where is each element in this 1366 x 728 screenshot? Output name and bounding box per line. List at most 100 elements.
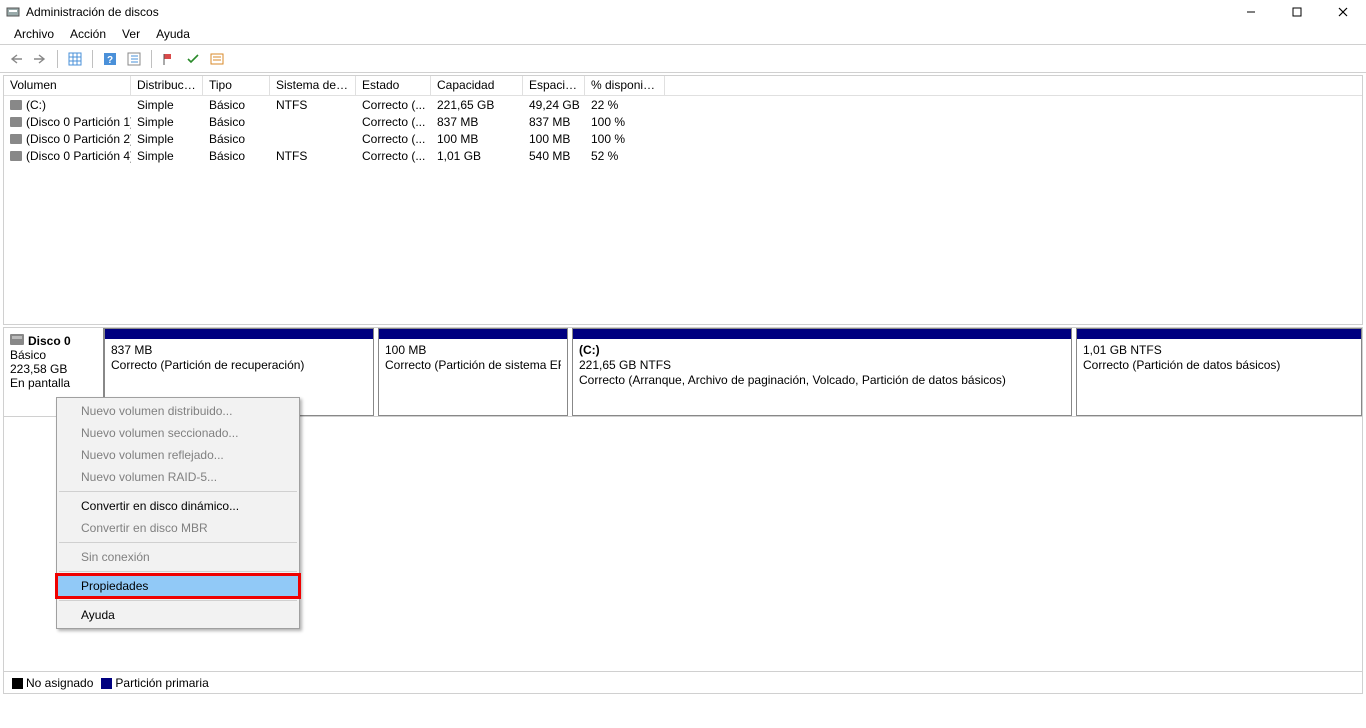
volume-list: VolumenDistribuciónTipoSistema de ...Est… [3,75,1363,325]
col-estado[interactable]: Estado [356,76,431,95]
cell: Básico [203,97,270,113]
col-distribucion[interactable]: Distribución [131,76,203,95]
table-row[interactable]: (C:)SimpleBásicoNTFSCorrecto (...221,65 … [4,96,1362,113]
toolbar: ? [0,45,1366,73]
partition-body: 837 MBCorrecto (Partición de recuperació… [105,339,373,377]
cell: NTFS [270,148,356,164]
window-controls [1228,0,1366,24]
cell: Básico [203,114,270,130]
col-sistema[interactable]: Sistema de ... [270,76,356,95]
cell: 100 % [585,114,665,130]
disk-icon [10,334,24,348]
partition-box[interactable]: 100 MBCorrecto (Partición de sistema EFI… [378,328,568,416]
disk-size: 223,58 GB [10,362,97,376]
menu-item: Convertir en disco MBR [57,517,299,539]
menu-ayuda[interactable]: Ayuda [148,25,198,43]
titlebar: Administración de discos [0,0,1366,24]
legend-unassigned: No asignado [12,676,93,690]
table-row[interactable]: (Disco 0 Partición 1)SimpleBásico Correct… [4,113,1362,130]
svg-text:?: ? [107,55,113,66]
cell: 540 MB [523,148,585,164]
cell: Correcto (... [356,97,431,113]
volume-icon [10,134,22,144]
cell: Correcto (... [356,148,431,164]
help-icon[interactable]: ? [100,49,120,69]
col-volumen[interactable]: Volumen [4,76,131,95]
volume-icon [10,117,22,127]
menu-item: Nuevo volumen RAID-5... [57,466,299,488]
disk-name: Disco 0 [28,334,71,348]
menu-separator [59,571,297,572]
view-icon[interactable] [124,49,144,69]
volume-rows: (C:)SimpleBásicoNTFSCorrecto (...221,65 … [4,96,1362,164]
menu-ver[interactable]: Ver [114,25,148,43]
column-headers: VolumenDistribuciónTipoSistema de ...Est… [4,76,1362,96]
cell: Simple [131,114,203,130]
forward-button[interactable] [30,49,50,69]
cell: (Disco 0 Partición 1) [4,114,131,130]
partition-header [379,329,567,339]
menu-item[interactable]: Ayuda [57,604,299,626]
list-icon[interactable] [207,49,227,69]
flag-icon[interactable] [159,49,179,69]
cell: 1,01 GB [431,148,523,164]
menu-item: Nuevo volumen distribuido... [57,400,299,422]
cell: 221,65 GB [431,97,523,113]
col-espacio[interactable]: Espacio ... [523,76,585,95]
menu-separator [59,600,297,601]
maximize-button[interactable] [1274,0,1320,24]
cell: 49,24 GB [523,97,585,113]
partition-body: 100 MBCorrecto (Partición de sistema EFI… [379,339,567,377]
table-row[interactable]: (Disco 0 Partición 4)SimpleBásicoNTFSCor… [4,147,1362,164]
disk-type: Básico [10,348,97,362]
grid-icon[interactable] [65,49,85,69]
partition-body: (C:)221,65 GB NTFSCorrecto (Arranque, Ar… [573,339,1071,392]
table-row[interactable]: (Disco 0 Partición 2)SimpleBásico Correct… [4,130,1362,147]
disk-status: En pantalla [10,376,97,390]
col-porcentaje[interactable]: % disponible [585,76,665,95]
cell: Simple [131,148,203,164]
cell [270,121,356,123]
cell: (Disco 0 Partición 2) [4,131,131,147]
back-button[interactable] [6,49,26,69]
app-icon [6,5,20,19]
cell: (C:) [4,97,131,113]
col-tipo[interactable]: Tipo [203,76,270,95]
menu-item: Nuevo volumen seccionado... [57,422,299,444]
partition-header [573,329,1071,339]
partition-body: 1,01 GB NTFSCorrecto (Partición de datos… [1077,339,1361,377]
context-menu: Nuevo volumen distribuido...Nuevo volume… [56,397,300,629]
partition-box[interactable]: 1,01 GB NTFSCorrecto (Partición de datos… [1076,328,1362,416]
menu-item[interactable]: Convertir en disco dinámico... [57,495,299,517]
cell: Simple [131,131,203,147]
check-icon[interactable] [183,49,203,69]
legend-primary: Partición primaria [101,676,208,690]
menu-item[interactable]: Propiedades [57,575,299,597]
cell: 100 % [585,131,665,147]
legend: No asignado Partición primaria [3,672,1363,694]
menu-archivo[interactable]: Archivo [6,25,62,43]
menu-item: Nuevo volumen reflejado... [57,444,299,466]
cell: Correcto (... [356,131,431,147]
menu-separator [59,542,297,543]
cell: 100 MB [431,131,523,147]
cell: Básico [203,148,270,164]
cell: 837 MB [523,114,585,130]
menu-separator [59,491,297,492]
cell: Correcto (... [356,114,431,130]
menu-item: Sin conexión [57,546,299,568]
cell: Simple [131,97,203,113]
cell: NTFS [270,97,356,113]
col-capacidad[interactable]: Capacidad [431,76,523,95]
partition-box[interactable]: (C:)221,65 GB NTFSCorrecto (Arranque, Ar… [572,328,1072,416]
close-button[interactable] [1320,0,1366,24]
volume-icon [10,100,22,110]
partition-header [105,329,373,339]
partition-header [1077,329,1361,339]
cell: 100 MB [523,131,585,147]
minimize-button[interactable] [1228,0,1274,24]
cell: Básico [203,131,270,147]
menu-accion[interactable]: Acción [62,25,114,43]
window-title: Administración de discos [26,5,159,19]
cell: 22 % [585,97,665,113]
